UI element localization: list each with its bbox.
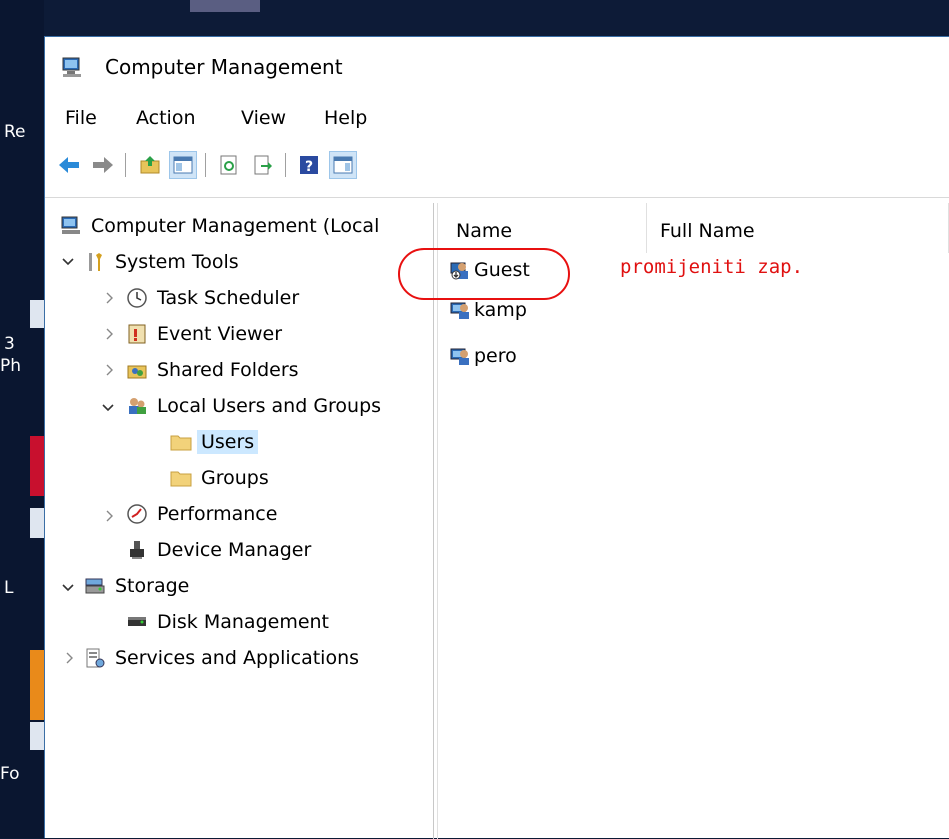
desktop-icon-fragment [190, 0, 260, 12]
tree-label: Local Users and Groups [157, 395, 382, 417]
desktop-label-fragment: Ph [0, 356, 22, 376]
help-icon[interactable]: ? [295, 151, 323, 179]
tree-item-device-manager[interactable]: Device Manager [125, 533, 311, 567]
tree-item-users[interactable]: Users [169, 425, 259, 459]
user-icon [448, 344, 472, 368]
tree-item-shared-folders[interactable]: Shared Folders [125, 353, 299, 387]
storage-icon [83, 574, 107, 598]
chevron-down-icon[interactable] [61, 581, 75, 595]
chevron-down-icon[interactable] [101, 401, 115, 415]
desktop-label-fragment: Fo [0, 764, 20, 784]
tree-item-event-viewer[interactable]: Event Viewer [125, 317, 282, 351]
desktop-icon-fragment [30, 436, 44, 496]
menu-action[interactable]: Action [136, 107, 196, 129]
annotation-text: promijeniti zap. [620, 256, 804, 278]
title-bar[interactable]: Computer Management [45, 37, 949, 97]
folder-icon [169, 430, 193, 454]
tree-label: Device Manager [157, 539, 312, 561]
toolbar-separator [205, 153, 206, 177]
export-list-icon[interactable] [249, 151, 277, 179]
menu-file[interactable]: File [65, 107, 97, 129]
tree-label: Services and Applications [115, 647, 360, 669]
window-title: Computer Management [105, 55, 343, 79]
desktop-label-fragment: L [4, 578, 14, 598]
performance-icon [125, 502, 149, 526]
users-group-icon [125, 394, 149, 418]
desktop-icon-fragment [30, 300, 44, 328]
clock-icon [125, 286, 149, 310]
toolbar-divider [45, 197, 949, 198]
menu-view[interactable]: View [241, 107, 286, 129]
desktop-label-fragment: 3 [4, 334, 15, 354]
tree-item-local-users-groups[interactable]: Local Users and Groups [125, 389, 381, 423]
event-viewer-icon [125, 322, 149, 346]
chevron-right-icon[interactable] [103, 363, 117, 377]
tree-item-groups[interactable]: Groups [169, 461, 269, 495]
chevron-right-icon[interactable] [103, 327, 117, 341]
refresh-icon[interactable] [215, 151, 243, 179]
user-name: kamp [474, 299, 527, 321]
tree-label: Users [197, 430, 259, 454]
user-icon [448, 298, 472, 322]
tree-label: System Tools [115, 251, 239, 273]
tree-label: Event Viewer [157, 323, 283, 345]
svg-text:?: ? [305, 159, 313, 175]
chevron-down-icon[interactable] [61, 255, 75, 269]
desktop-icon-fragment [30, 508, 44, 538]
desktop-icon-fragment [30, 722, 44, 750]
tree-label: Performance [157, 503, 278, 525]
computer-management-window: Computer Management File Action View Hel… [44, 36, 949, 839]
folder-icon [169, 466, 193, 490]
column-divider[interactable] [646, 203, 647, 253]
tree-item-computer-management[interactable]: Computer Management (Local [59, 209, 379, 243]
tree-label: Task Scheduler [157, 287, 300, 309]
services-icon [83, 646, 107, 670]
menu-help[interactable]: Help [324, 107, 367, 129]
system-tools-icon [83, 250, 107, 274]
tree-label: Storage [115, 575, 190, 597]
desktop-label-fragment: Re [4, 122, 26, 142]
console-tree: Computer Management (Local System Tools … [45, 203, 434, 839]
computer-management-icon [61, 55, 85, 79]
user-name: pero [474, 345, 517, 367]
forward-arrow-icon[interactable] [89, 151, 117, 179]
chevron-right-icon[interactable] [63, 651, 77, 665]
back-arrow-icon[interactable] [55, 151, 83, 179]
column-header-name[interactable]: Name [456, 211, 512, 251]
tree-item-services-applications[interactable]: Services and Applications [83, 641, 359, 675]
column-header-full-name[interactable]: Full Name [660, 211, 755, 251]
chevron-right-icon[interactable] [103, 291, 117, 305]
tree-label: Disk Management [157, 611, 330, 633]
tree-item-disk-management[interactable]: Disk Management [125, 605, 329, 639]
tree-item-task-scheduler[interactable]: Task Scheduler [125, 281, 299, 315]
toolbar-separator [125, 153, 126, 177]
tree-item-performance[interactable]: Performance [125, 497, 277, 531]
desktop-background [0, 0, 949, 36]
computer-management-icon [59, 214, 83, 238]
tree-item-system-tools[interactable]: System Tools [83, 245, 239, 279]
tree-label: Groups [201, 467, 269, 489]
action-pane-icon[interactable] [329, 151, 357, 179]
toolbar-separator [285, 153, 286, 177]
tree-item-storage[interactable]: Storage [83, 569, 189, 603]
show-hide-tree-icon[interactable] [169, 151, 197, 179]
annotation-circle [398, 248, 570, 300]
up-folder-icon[interactable] [137, 151, 165, 179]
desktop-icon-fragment [30, 650, 44, 720]
tree-label: Computer Management (Local [91, 215, 380, 237]
toolbar: ? [45, 145, 949, 185]
list-item-pero[interactable]: pero [448, 339, 517, 373]
disk-icon [125, 610, 149, 634]
chevron-right-icon[interactable] [103, 509, 117, 523]
menu-bar: File Action View Help [45, 99, 949, 139]
shared-folders-icon [125, 358, 149, 382]
device-manager-icon [125, 538, 149, 562]
desktop-strip: Re 3 Ph L Fo [0, 0, 44, 838]
tree-label: Shared Folders [157, 359, 299, 381]
